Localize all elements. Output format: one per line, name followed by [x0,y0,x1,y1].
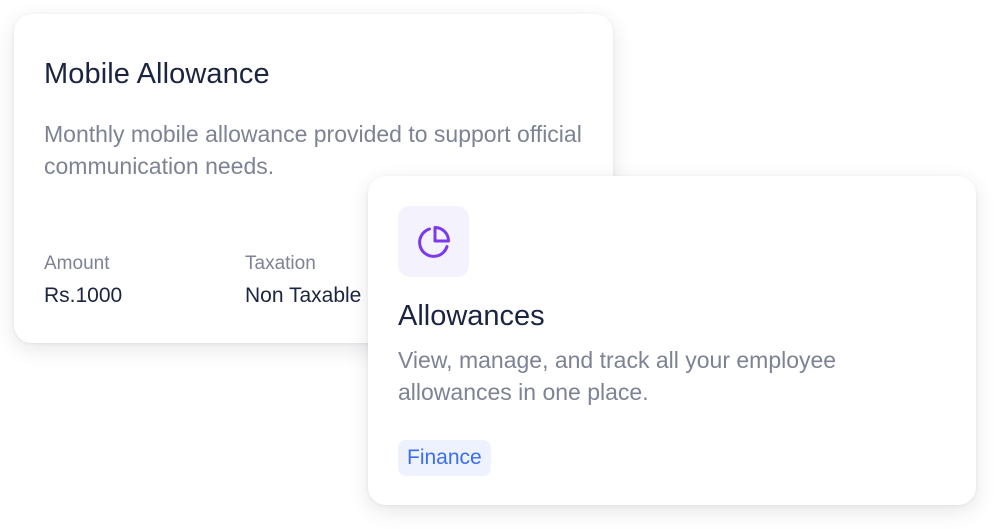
taxation-value: Non Taxable [245,284,362,307]
amount-field: Amount Rs.1000 [44,252,122,310]
icon-tile [398,206,469,277]
allowance-description: Monthly mobile allowance provided to sup… [44,121,582,179]
amount-label: Amount [44,253,110,274]
amount-value: Rs.1000 [44,284,123,307]
category-tag[interactable]: Finance [398,440,491,476]
pie-chart-icon [417,225,450,258]
taxation-label: Taxation [245,253,316,274]
feature-description: View, manage, and track all your employe… [398,347,837,405]
allowance-title: Mobile Allowance [44,58,270,90]
allowances-feature-card[interactable]: Allowances View, manage, and track all y… [368,176,976,505]
taxation-field: Taxation Non Taxable [245,252,361,310]
stage: Mobile Allowance Monthly mobile allowanc… [0,0,1000,529]
feature-title: Allowances [398,300,545,332]
